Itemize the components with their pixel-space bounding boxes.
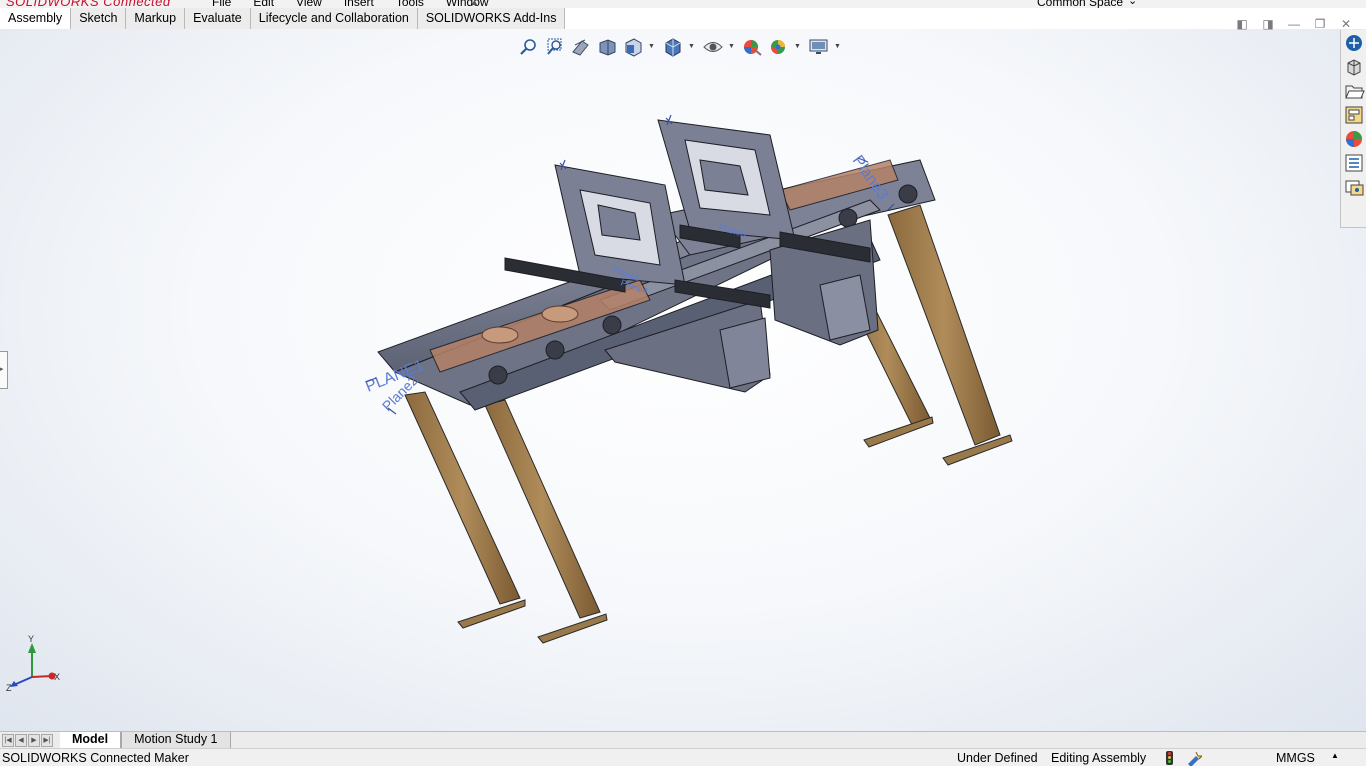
view-palette-icon[interactable] xyxy=(1343,104,1365,126)
document-window-controls: ◧ ◨ — ❐ ✕ xyxy=(1234,16,1354,32)
chevron-right-icon: ▸ xyxy=(0,366,4,373)
restore-icon[interactable]: ❐ xyxy=(1312,16,1328,32)
app-logo: SOLIDWORKS Connected xyxy=(6,0,171,8)
tab-lifecycle-collaboration[interactable]: Lifecycle and Collaboration xyxy=(250,8,418,29)
assembly-model-view[interactable]: PLANE1 Plane2 Plane3 Plane4 Plane5 Plane… xyxy=(0,29,1366,731)
next-tab-icon[interactable]: ▶ xyxy=(28,733,40,747)
title-menu-strip: SOLIDWORKS Connected File Edit View Inse… xyxy=(0,0,1366,8)
section-view-icon[interactable] xyxy=(596,37,618,57)
pin-menu-icon[interactable]: ▲ xyxy=(470,0,479,7)
triad-y-label: Y xyxy=(28,634,34,644)
dock-left-icon[interactable]: ◧ xyxy=(1234,16,1250,32)
previous-view-icon[interactable] xyxy=(570,37,592,57)
status-bar: SOLIDWORKS Connected Maker Under Defined… xyxy=(0,748,1366,766)
triad-x-label: X xyxy=(54,672,60,682)
status-app-name: SOLIDWORKS Connected Maker xyxy=(2,751,189,765)
hide-show-items-icon[interactable] xyxy=(702,37,724,57)
quick-tips-icon[interactable] xyxy=(1186,750,1202,766)
chevron-down-icon[interactable]: ▼ xyxy=(794,37,802,57)
main-menu: File Edit View Insert Tools Window xyxy=(212,0,489,8)
display-style-icon[interactable] xyxy=(662,37,684,57)
status-editing-mode: Editing Assembly xyxy=(1051,751,1147,765)
menu-tools[interactable]: Tools xyxy=(396,0,424,8)
last-tab-icon[interactable]: ▶| xyxy=(41,733,53,747)
tab-assembly[interactable]: Assembly xyxy=(0,8,72,29)
minimize-icon[interactable]: — xyxy=(1286,16,1302,32)
view-orientation-icon[interactable] xyxy=(622,37,644,57)
tab-motion-study[interactable]: Motion Study 1 xyxy=(121,732,231,748)
first-tab-icon[interactable]: |◀ xyxy=(2,733,14,747)
edit-appearance-icon[interactable] xyxy=(742,37,764,57)
solidworks-resources-icon[interactable] xyxy=(1343,32,1365,54)
heads-up-view-toolbar: ▼ ▼ ▼ ▼ ▼ xyxy=(518,37,848,57)
file-explorer-icon[interactable] xyxy=(1343,80,1365,102)
previous-tab-icon[interactable]: ◀ xyxy=(15,733,27,747)
status-definition: Under Defined xyxy=(957,751,1038,765)
solidworks-forum-icon[interactable] xyxy=(1343,176,1365,198)
dock-right-icon[interactable]: ◨ xyxy=(1260,16,1276,32)
zoom-to-area-icon[interactable] xyxy=(544,37,566,57)
tab-evaluate[interactable]: Evaluate xyxy=(185,8,251,29)
apply-scene-icon[interactable] xyxy=(768,37,790,57)
chevron-down-icon[interactable]: ⌄ xyxy=(1128,0,1137,7)
menu-window[interactable]: Window xyxy=(446,0,489,8)
custom-properties-icon[interactable] xyxy=(1343,152,1365,174)
tab-model[interactable]: Model xyxy=(60,732,122,748)
task-pane xyxy=(1340,30,1366,228)
appearances-scenes-icon[interactable] xyxy=(1343,128,1365,150)
rebuild-traffic-light-icon[interactable] xyxy=(1166,751,1173,765)
tab-solidworks-addins[interactable]: SOLIDWORKS Add-Ins xyxy=(417,8,566,29)
design-library-icon[interactable] xyxy=(1343,56,1365,78)
unit-system-selector[interactable]: MMGS xyxy=(1276,751,1315,765)
chevron-down-icon[interactable]: ▼ xyxy=(688,37,696,57)
chevron-down-icon[interactable]: ▼ xyxy=(728,37,736,57)
command-manager-tabs: Assembly Sketch Markup Evaluate Lifecycl… xyxy=(0,8,566,29)
chevron-down-icon[interactable]: ▼ xyxy=(648,37,656,57)
zoom-to-fit-icon[interactable] xyxy=(518,37,540,57)
tab-sketch[interactable]: Sketch xyxy=(71,8,127,29)
tab-markup[interactable]: Markup xyxy=(126,8,186,29)
common-space-selector[interactable]: Common Space xyxy=(1037,0,1123,8)
bottom-tab-bar: |◀ ◀ ▶ ▶| Model Motion Study 1 xyxy=(0,731,1366,748)
menu-insert[interactable]: Insert xyxy=(344,0,374,8)
menu-file[interactable]: File xyxy=(212,0,231,8)
menu-view[interactable]: View xyxy=(296,0,322,8)
graphics-area[interactable]: PLANE1 Plane2 Plane3 Plane4 Plane5 Plane… xyxy=(0,29,1366,731)
triad-z-label: Z xyxy=(6,683,12,693)
chevron-up-icon[interactable]: ▲ xyxy=(1331,751,1339,760)
view-settings-icon[interactable] xyxy=(808,37,830,57)
chevron-down-icon[interactable]: ▼ xyxy=(834,37,842,57)
featuremanager-flyout-handle[interactable]: ▸ xyxy=(0,351,8,389)
menu-edit[interactable]: Edit xyxy=(253,0,274,8)
tab-scroll-arrows: |◀ ◀ ▶ ▶| xyxy=(0,732,54,748)
reference-triad: Y X Z xyxy=(6,634,60,693)
